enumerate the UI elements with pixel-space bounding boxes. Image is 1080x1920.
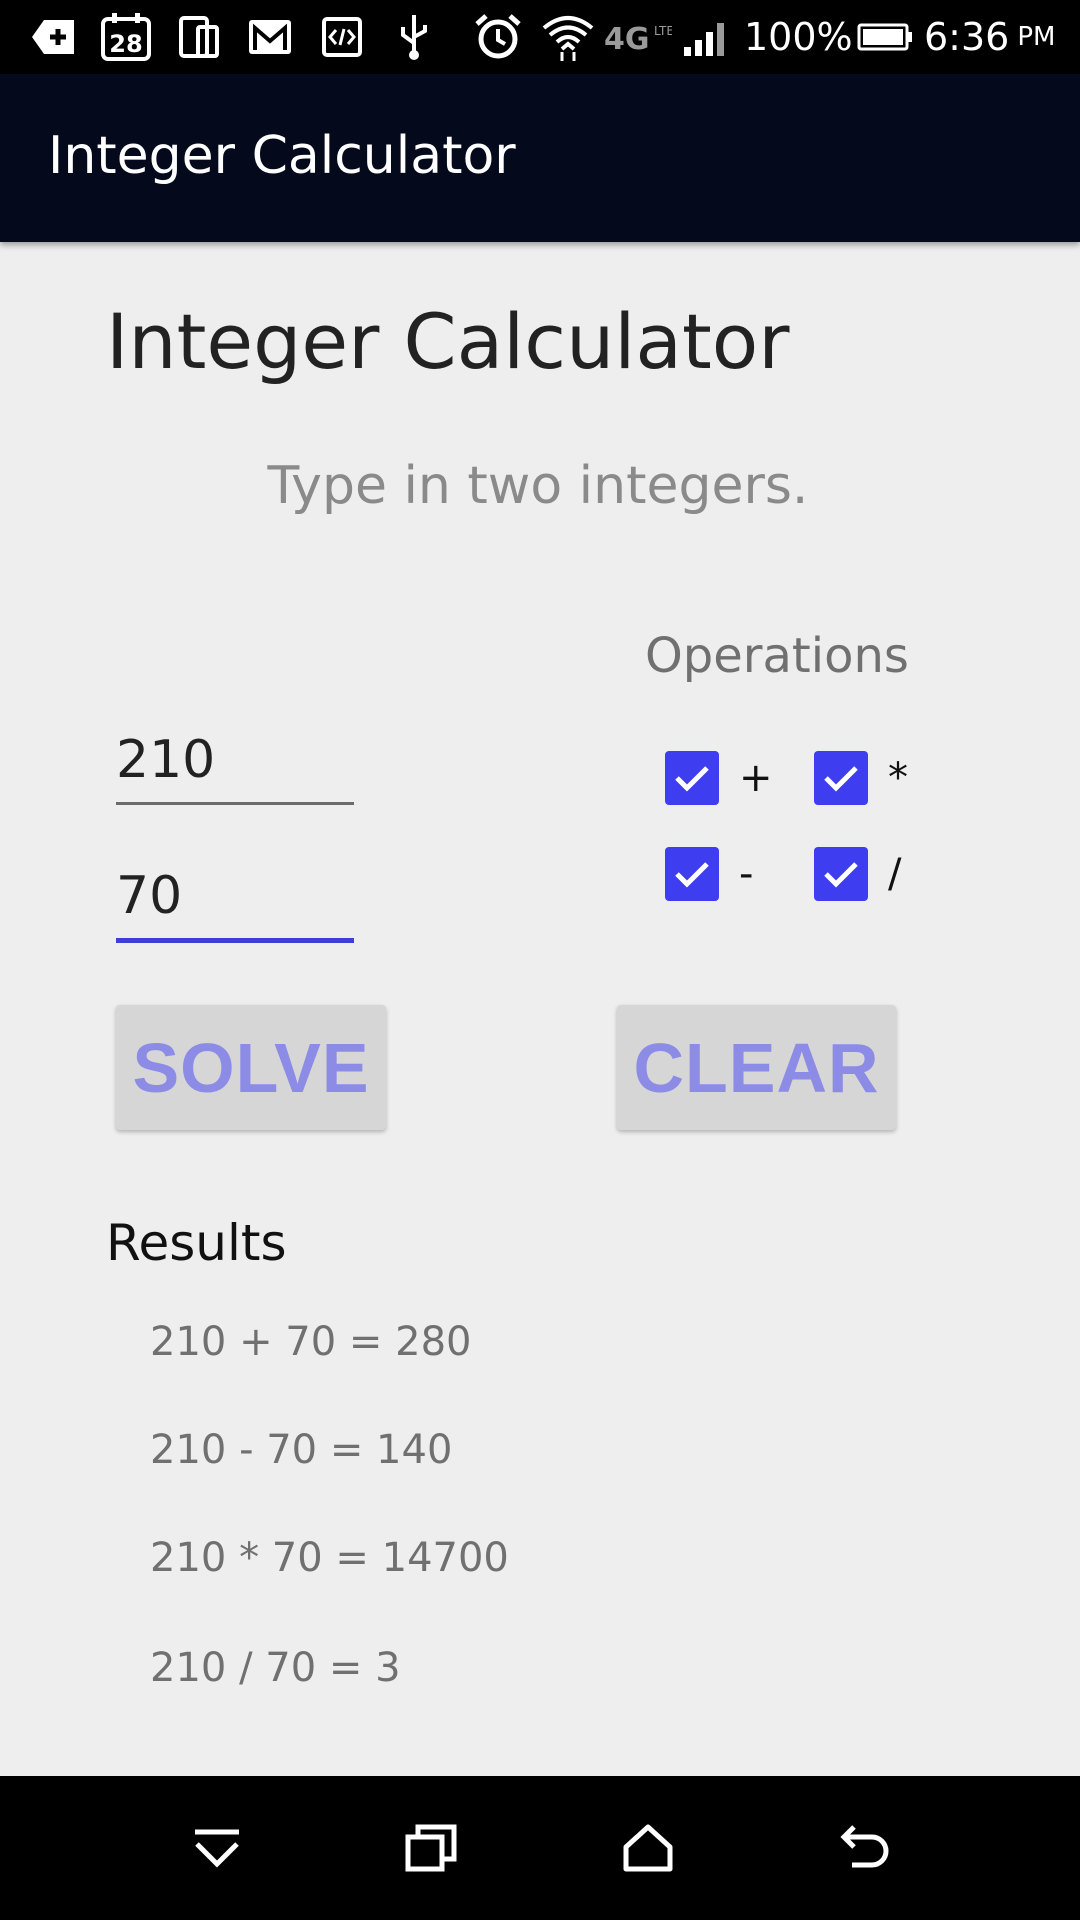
second-integer-underline xyxy=(116,938,354,943)
wifi-icon xyxy=(540,0,596,74)
op-divide-label: / xyxy=(888,851,902,897)
first-integer-underline xyxy=(116,802,354,805)
devices-icon xyxy=(176,0,222,74)
battery-percent: 100% xyxy=(744,15,853,59)
op-multiply-checkbox[interactable]: * xyxy=(814,751,908,805)
add-icon xyxy=(28,0,78,74)
home-icon[interactable] xyxy=(588,1776,708,1920)
recents-down-icon[interactable] xyxy=(157,1776,277,1920)
op-add-label: + xyxy=(739,755,773,801)
svg-text:28: 28 xyxy=(109,30,142,58)
results-title: Results xyxy=(106,1214,287,1272)
checkbox-checked-icon[interactable] xyxy=(665,847,719,901)
status-bar: 28 4G LTE 100% 6:36 PM xyxy=(0,0,1080,74)
second-integer-input[interactable] xyxy=(116,864,354,928)
clock: 6:36 PM xyxy=(924,0,1055,74)
page-title: Integer Calculator xyxy=(106,297,790,386)
op-add-checkbox[interactable]: + xyxy=(665,751,773,805)
checkbox-checked-icon[interactable] xyxy=(814,751,868,805)
gmail-icon xyxy=(246,0,294,74)
op-subtract-label: - xyxy=(739,851,754,897)
battery-icon xyxy=(856,0,914,74)
signal-icon xyxy=(680,0,734,74)
lte-icon: 4G LTE xyxy=(602,0,672,74)
checkbox-checked-icon[interactable] xyxy=(665,751,719,805)
result-add: 210 + 70 = 280 xyxy=(150,1319,472,1365)
checkbox-checked-icon[interactable] xyxy=(814,847,868,901)
second-integer-field[interactable] xyxy=(116,864,354,943)
instruction-text: Type in two integers. xyxy=(0,460,1080,512)
op-multiply-label: * xyxy=(888,755,908,801)
overview-icon[interactable] xyxy=(371,1776,491,1920)
op-subtract-checkbox[interactable]: - xyxy=(665,847,753,901)
code-icon xyxy=(320,0,364,74)
screen: 28 4G LTE 100% 6:36 PM Integer Calculato… xyxy=(0,0,1080,1920)
navigation-bar xyxy=(0,1776,1080,1920)
instruction-label: Type in two integers. xyxy=(267,456,809,516)
app-bar-title: Integer Calculator xyxy=(48,126,516,186)
first-integer-field[interactable] xyxy=(116,728,354,805)
clock-time: 6:36 xyxy=(924,15,1010,59)
result-subtract: 210 - 70 = 140 xyxy=(150,1427,453,1473)
result-multiply: 210 * 70 = 14700 xyxy=(150,1535,509,1581)
clock-meridiem: PM xyxy=(1017,22,1056,52)
svg-text:LTE: LTE xyxy=(654,24,672,38)
calendar-icon: 28 xyxy=(98,0,154,74)
app-bar: Integer Calculator xyxy=(0,74,1080,242)
op-divide-checkbox[interactable]: / xyxy=(814,847,901,901)
first-integer-input[interactable] xyxy=(116,728,354,792)
clear-button[interactable]: CLEAR xyxy=(617,1005,896,1130)
usb-icon xyxy=(394,0,434,74)
back-icon[interactable] xyxy=(804,1776,924,1920)
operations-label: Operations xyxy=(645,628,909,684)
solve-button[interactable]: SOLVE xyxy=(116,1005,386,1130)
alarm-icon xyxy=(472,0,524,74)
result-divide: 210 / 70 = 3 xyxy=(150,1645,401,1691)
svg-text:4G: 4G xyxy=(604,22,650,55)
